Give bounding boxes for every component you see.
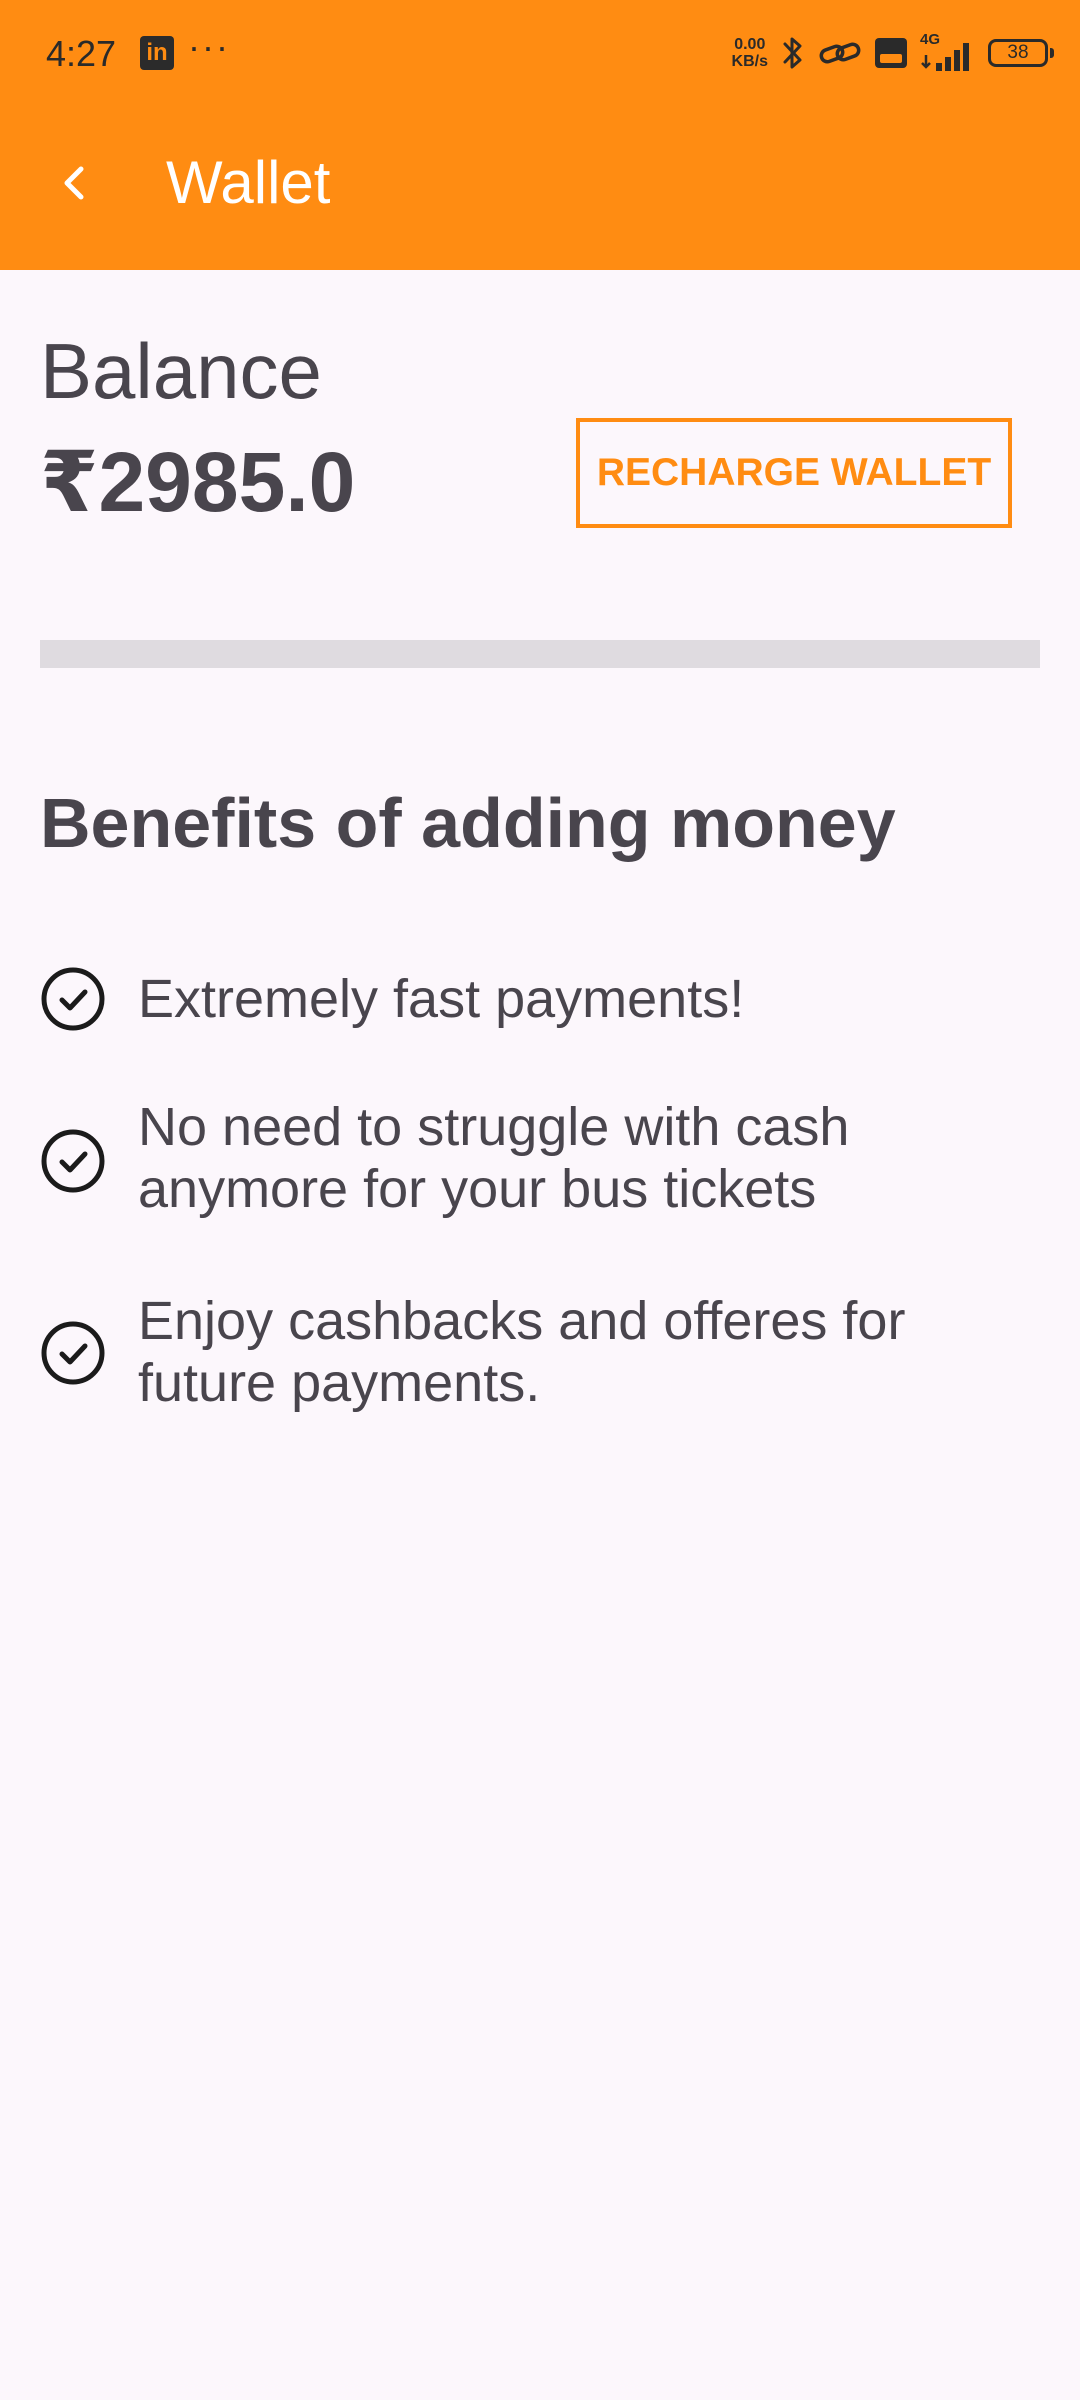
more-notifications-icon: ··· — [188, 26, 230, 67]
benefits-heading: Benefits of adding money — [40, 784, 896, 862]
page-title: Wallet — [166, 149, 331, 216]
link-icon — [819, 42, 861, 64]
check-circle-icon — [41, 967, 105, 1031]
volte-icon — [875, 38, 907, 68]
chevron-left-icon — [64, 166, 84, 200]
check-circle-icon — [41, 1321, 105, 1385]
section-divider — [40, 640, 1040, 668]
balance-label: Balance — [40, 327, 322, 415]
bluetooth-icon — [783, 37, 802, 69]
recharge-wallet-button[interactable]: RECHARGE WALLET — [576, 418, 1012, 528]
cellular-signal: 4G — [920, 31, 976, 73]
benefit-item: No need to struggle with cash anymore fo… — [40, 1096, 1040, 1226]
status-icons: 0.00 KB/s 4G 38 — [731, 30, 1054, 76]
app-bar: 4:27 in ··· 0.00 KB/s 4G 38 Wallet — [0, 0, 1080, 270]
balance-amount: ₹2985.0 — [40, 435, 356, 529]
back-button[interactable] — [44, 150, 104, 216]
benefit-item: Enjoy cashbacks and offeres for future p… — [40, 1290, 1040, 1420]
benefit-text: Extremely fast payments! — [138, 969, 745, 1029]
benefit-text: Enjoy cashbacks and offeres for future p… — [138, 1291, 906, 1413]
signal-bars-icon — [921, 43, 969, 71]
linkedin-icon: in — [140, 36, 174, 70]
battery-icon: 38 — [988, 39, 1054, 67]
benefit-text: No need to struggle with cash anymore fo… — [138, 1097, 850, 1219]
benefit-item: Extremely fast payments! — [40, 964, 1040, 1034]
network-speed: 0.00 KB/s — [731, 36, 768, 70]
check-circle-icon — [41, 1129, 105, 1193]
status-time: 4:27 — [46, 33, 117, 74]
